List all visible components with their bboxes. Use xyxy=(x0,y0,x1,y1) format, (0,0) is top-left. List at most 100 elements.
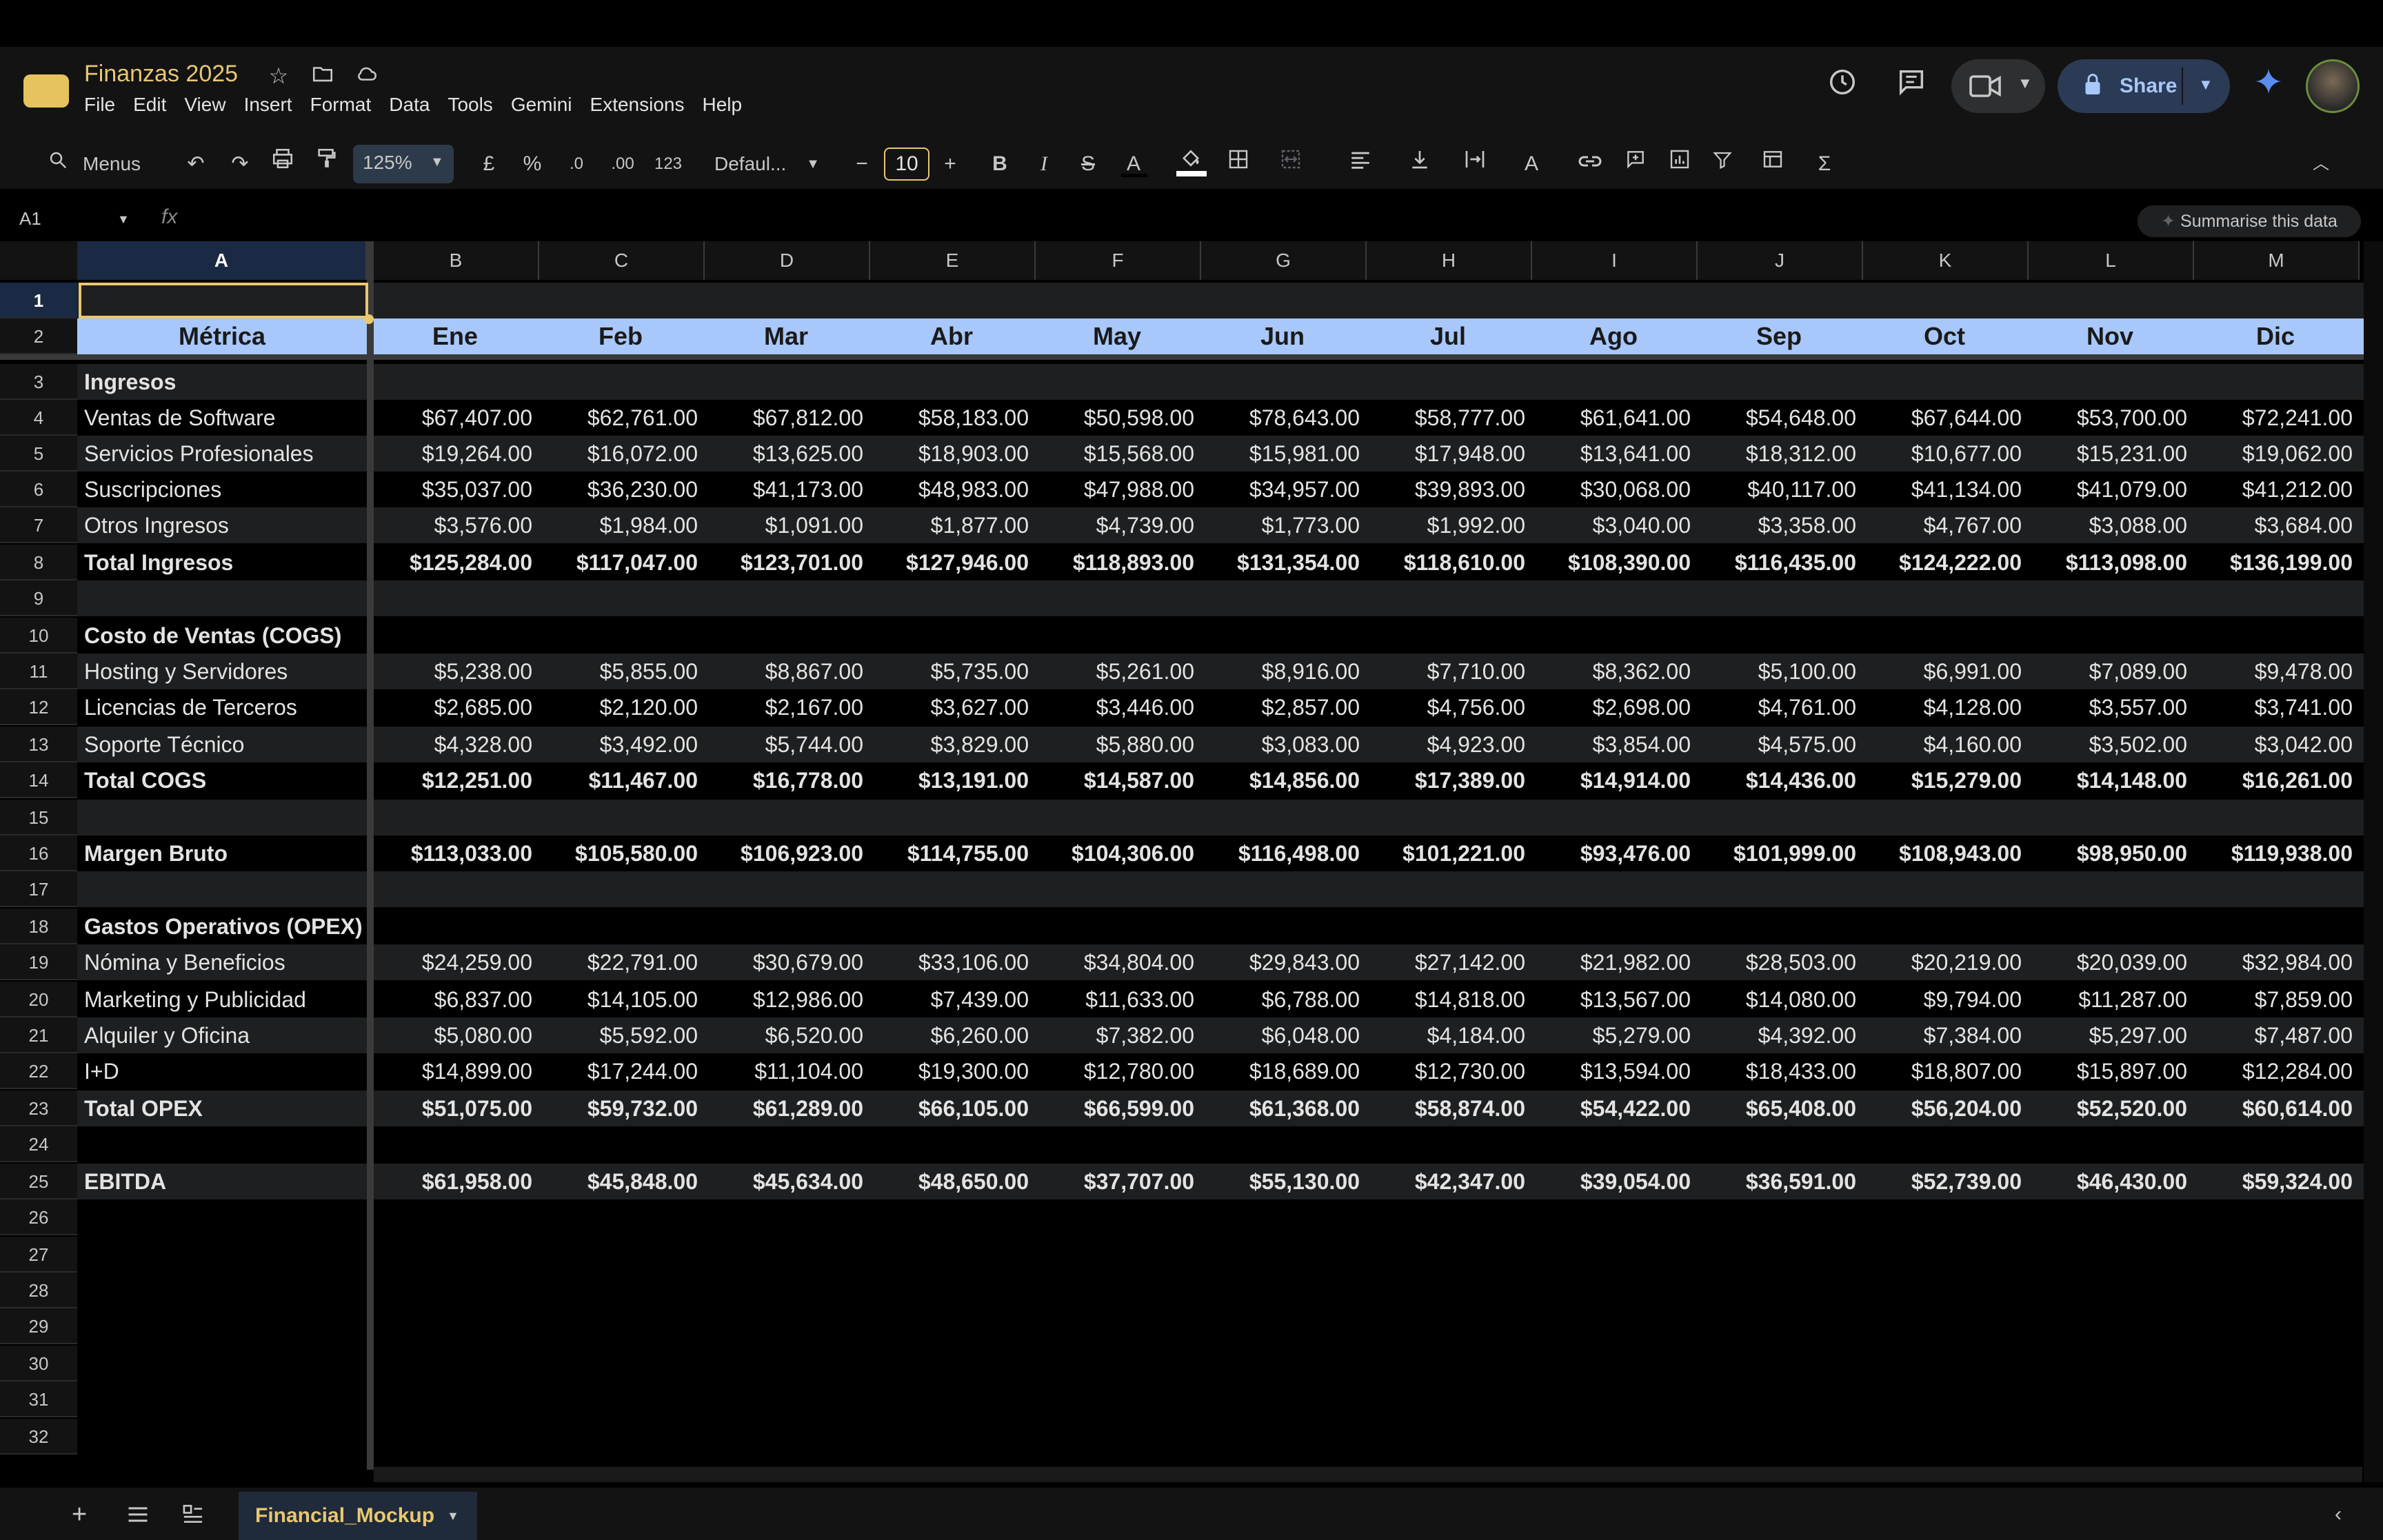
row-header-3[interactable]: 3 xyxy=(0,364,77,400)
cell-d12[interactable]: $2,167.00 xyxy=(703,689,863,725)
row-header-18[interactable]: 18 xyxy=(0,909,77,944)
cell-k14[interactable]: $15,279.00 xyxy=(1862,762,2022,798)
cell-b22[interactable]: $14,899.00 xyxy=(372,1053,532,1089)
cell-a18[interactable]: Gastos Operativos (OPEX) xyxy=(84,909,363,944)
cell-a22[interactable]: I+D xyxy=(84,1053,119,1089)
merge-cells-icon[interactable] xyxy=(1270,145,1311,183)
decrease-decimal-button[interactable]: .0 xyxy=(561,145,592,183)
cell-b23[interactable]: $51,075.00 xyxy=(372,1091,532,1126)
move-folder-icon[interactable] xyxy=(309,62,336,90)
cell-e6[interactable]: $48,983.00 xyxy=(869,472,1029,507)
cell-h5[interactable]: $17,948.00 xyxy=(1365,436,1525,472)
row-header-25[interactable]: 25 xyxy=(0,1164,77,1199)
cell-l12[interactable]: $3,557.00 xyxy=(2027,689,2187,725)
row-header-14[interactable]: 14 xyxy=(0,762,77,798)
column-header-j[interactable]: J xyxy=(1698,241,1863,280)
row-header-23[interactable]: 23 xyxy=(0,1091,77,1126)
cell-j6[interactable]: $40,117.00 xyxy=(1696,472,1856,507)
cell-f23[interactable]: $66,599.00 xyxy=(1034,1091,1194,1126)
cell-j8[interactable]: $116,435.00 xyxy=(1696,545,1856,580)
row-header-24[interactable]: 24 xyxy=(0,1126,77,1162)
cell-i4[interactable]: $61,641.00 xyxy=(1531,400,1691,436)
text-wrapping-icon[interactable] xyxy=(1451,145,1499,183)
cell-c23[interactable]: $59,732.00 xyxy=(538,1091,698,1126)
cell-h16[interactable]: $101,221.00 xyxy=(1365,835,1525,871)
collapse-sidebar-icon[interactable]: ‹ xyxy=(2335,1503,2342,1526)
cell-h21[interactable]: $4,184.00 xyxy=(1365,1017,1525,1053)
cell-d8[interactable]: $123,701.00 xyxy=(703,545,863,580)
cell-g6[interactable]: $34,957.00 xyxy=(1200,472,1360,507)
cell-h20[interactable]: $14,818.00 xyxy=(1365,982,1525,1017)
cell-h22[interactable]: $12,730.00 xyxy=(1365,1053,1525,1089)
cell-f12[interactable]: $3,446.00 xyxy=(1034,689,1194,725)
cell-l6[interactable]: $41,079.00 xyxy=(2027,472,2187,507)
column-header-a[interactable]: A xyxy=(77,241,367,280)
cell-c25[interactable]: $45,848.00 xyxy=(538,1164,698,1199)
column-header-f[interactable]: F xyxy=(1036,241,1201,280)
cell-k20[interactable]: $9,794.00 xyxy=(1862,982,2022,1017)
row-header-7[interactable]: 7 xyxy=(0,507,77,543)
gemini-icon[interactable] xyxy=(2249,66,2288,105)
cell-m8[interactable]: $136,199.00 xyxy=(2193,545,2353,580)
cell-i21[interactable]: $5,279.00 xyxy=(1531,1017,1691,1053)
column-header-e[interactable]: E xyxy=(870,241,1036,280)
cell-d23[interactable]: $61,289.00 xyxy=(703,1091,863,1126)
cell-k5[interactable]: $10,677.00 xyxy=(1862,436,2022,472)
cell-e13[interactable]: $3,829.00 xyxy=(869,727,1029,762)
currency-format-button[interactable]: £ xyxy=(479,145,499,183)
cell-j16[interactable]: $101,999.00 xyxy=(1696,835,1856,871)
increase-decimal-button[interactable]: .00 xyxy=(605,145,640,183)
cell-i25[interactable]: $39,054.00 xyxy=(1531,1164,1691,1199)
cell-l13[interactable]: $3,502.00 xyxy=(2027,727,2187,762)
cell-g21[interactable]: $6,048.00 xyxy=(1200,1017,1360,1053)
cell-m25[interactable]: $59,324.00 xyxy=(2193,1164,2353,1199)
cell-e5[interactable]: $18,903.00 xyxy=(869,436,1029,472)
cell-j14[interactable]: $14,436.00 xyxy=(1696,762,1856,798)
cell-e12[interactable]: $3,627.00 xyxy=(869,689,1029,725)
header-cell-g[interactable]: Jun xyxy=(1200,318,1365,354)
vertical-align-icon[interactable] xyxy=(1396,145,1444,183)
cell-c5[interactable]: $16,072.00 xyxy=(538,436,698,472)
row-header-15[interactable]: 15 xyxy=(0,800,77,835)
cell-g13[interactable]: $3,083.00 xyxy=(1200,727,1360,762)
cell-i13[interactable]: $3,854.00 xyxy=(1531,727,1691,762)
cell-k12[interactable]: $4,128.00 xyxy=(1862,689,2022,725)
cell-l7[interactable]: $3,088.00 xyxy=(2027,507,2187,543)
document-title[interactable]: Finanzas 2025 xyxy=(84,61,238,88)
cell-i20[interactable]: $13,567.00 xyxy=(1531,982,1691,1017)
cell-l22[interactable]: $15,897.00 xyxy=(2027,1053,2187,1089)
redo-icon[interactable]: ↷ xyxy=(225,145,255,183)
cell-k23[interactable]: $56,204.00 xyxy=(1862,1091,2022,1126)
cell-d4[interactable]: $67,812.00 xyxy=(703,400,863,436)
cell-l16[interactable]: $98,950.00 xyxy=(2027,835,2187,871)
cell-i12[interactable]: $2,698.00 xyxy=(1531,689,1691,725)
cell-m4[interactable]: $72,241.00 xyxy=(2193,400,2353,436)
cell-h7[interactable]: $1,992.00 xyxy=(1365,507,1525,543)
cell-l14[interactable]: $14,148.00 xyxy=(2027,762,2187,798)
menu-item-format[interactable]: Format xyxy=(310,94,372,116)
cell-k6[interactable]: $41,134.00 xyxy=(1862,472,2022,507)
chevron-down-icon[interactable]: ▼ xyxy=(2198,76,2213,94)
cell-a10[interactable]: Costo de Ventas (COGS) xyxy=(84,618,341,654)
cell-i11[interactable]: $8,362.00 xyxy=(1531,654,1691,689)
cell-b12[interactable]: $2,685.00 xyxy=(372,689,532,725)
header-cell-e[interactable]: Abr xyxy=(869,318,1034,354)
cell-j7[interactable]: $3,358.00 xyxy=(1696,507,1856,543)
cell-g16[interactable]: $116,498.00 xyxy=(1200,835,1360,871)
header-cell-i[interactable]: Ago xyxy=(1531,318,1696,354)
cell-j25[interactable]: $36,591.00 xyxy=(1696,1164,1856,1199)
cell-k25[interactable]: $52,739.00 xyxy=(1862,1164,2022,1199)
cell-f8[interactable]: $118,893.00 xyxy=(1034,545,1194,580)
cell-a23[interactable]: Total OPEX xyxy=(84,1091,203,1126)
menu-item-extensions[interactable]: Extensions xyxy=(590,94,685,116)
horizontal-align-icon[interactable] xyxy=(1336,145,1385,183)
header-cell-k[interactable]: Oct xyxy=(1862,318,2027,354)
cell-f20[interactable]: $11,633.00 xyxy=(1034,982,1194,1017)
cell-l11[interactable]: $7,089.00 xyxy=(2027,654,2187,689)
cell-m21[interactable]: $7,487.00 xyxy=(2193,1017,2353,1053)
menu-item-file[interactable]: File xyxy=(84,94,115,116)
meet-button[interactable]: ▼ xyxy=(1951,59,2045,113)
cell-f4[interactable]: $50,598.00 xyxy=(1034,400,1194,436)
number-format-button[interactable]: 123 xyxy=(651,145,685,183)
row-header-17[interactable]: 17 xyxy=(0,871,77,907)
